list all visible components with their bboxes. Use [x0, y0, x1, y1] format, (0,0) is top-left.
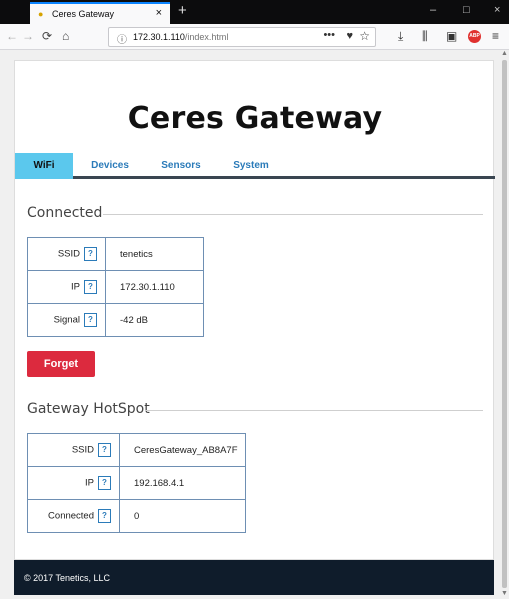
back-icon[interactable]: ← [6, 29, 18, 43]
section-divider [103, 214, 483, 215]
browser-tab-title: Ceres Gateway [52, 9, 115, 19]
tab-devices[interactable]: Devices [83, 153, 137, 179]
adblock-icon[interactable]: ABP [468, 30, 481, 43]
url-text: 172.30.1.110/index.html [133, 32, 228, 42]
key-label: IP [71, 281, 80, 293]
hotspot-table: SSID? CeresGateway_AB8A7F IP? 192.168.4.… [27, 433, 246, 533]
table-row: IP? 172.30.1.110 [27, 270, 204, 304]
table-key: SSID? [27, 433, 120, 467]
minimize-icon[interactable]: – [430, 4, 436, 16]
table-value: 192.168.4.1 [119, 466, 246, 500]
table-value: 0 [119, 499, 246, 533]
browser-tab-bar: ● Ceres Gateway × + – □ × [0, 0, 509, 24]
table-row: IP? 192.168.4.1 [27, 466, 246, 500]
url-host: 172.30.1.110 [133, 32, 185, 42]
reload-icon[interactable]: ⟳ [42, 29, 52, 43]
page-actions-icon[interactable]: ••• [323, 29, 335, 41]
table-key: IP? [27, 466, 120, 500]
table-row: SSID? tenetics [27, 237, 204, 271]
scroll-down-icon[interactable]: ▼ [501, 590, 508, 597]
key-label: Connected [48, 510, 94, 522]
page-viewport: Ceres Gateway WiFi Devices Sensors Syste… [0, 50, 509, 599]
browser-toolbar: ← → ⟳ ⌂ ⓘ 172.30.1.110/index.html ••• ♥ … [0, 24, 509, 50]
key-label: Signal [53, 314, 80, 326]
help-button[interactable]: ? [98, 476, 111, 490]
forget-button[interactable]: Forget [27, 351, 95, 377]
scrollbar-thumb[interactable] [502, 60, 507, 588]
table-value: tenetics [105, 237, 204, 271]
page-title: Ceres Gateway [127, 101, 383, 136]
tab-wifi[interactable]: WiFi [15, 153, 73, 179]
table-row: SSID? CeresGateway_AB8A7F [27, 433, 246, 467]
main-card: Ceres Gateway WiFi Devices Sensors Syste… [14, 60, 495, 560]
new-tab-icon[interactable]: + [178, 2, 187, 19]
tab-sensors[interactable]: Sensors [155, 153, 207, 179]
key-label: SSID [57, 248, 80, 260]
hotspot-heading: Gateway HotSpot [27, 401, 150, 417]
downloads-icon[interactable]: ⤓ [398, 29, 403, 44]
maximize-icon[interactable]: □ [463, 4, 470, 16]
menu-icon[interactable]: ≡ [492, 29, 499, 43]
table-row: Signal? -42 dB [27, 303, 204, 337]
tab-close-icon[interactable]: × [156, 7, 162, 19]
table-value: 172.30.1.110 [105, 270, 204, 304]
table-key: Connected? [27, 499, 120, 533]
table-row: Connected? 0 [27, 499, 246, 533]
nav-tabs: WiFi Devices Sensors System [15, 153, 495, 179]
table-key: Signal? [27, 303, 106, 337]
help-button[interactable]: ? [84, 247, 97, 261]
connected-table: SSID? tenetics IP? 172.30.1.110 Signal? … [27, 237, 204, 337]
connected-heading: Connected [27, 205, 103, 221]
home-icon[interactable]: ⌂ [62, 29, 69, 43]
sidebar-icon[interactable]: ▣ [446, 29, 457, 43]
section-divider [145, 410, 483, 411]
help-button[interactable]: ? [84, 313, 97, 327]
bookmark-star-icon[interactable]: ☆ [359, 29, 370, 43]
help-button[interactable]: ? [98, 509, 111, 523]
table-value: -42 dB [105, 303, 204, 337]
site-info-icon[interactable]: ⓘ [117, 31, 127, 46]
key-label: SSID [71, 444, 94, 456]
key-label: IP [85, 477, 94, 489]
window-close-icon[interactable]: × [494, 4, 500, 16]
favicon-icon: ● [38, 9, 44, 19]
help-button[interactable]: ? [84, 280, 97, 294]
table-key: SSID? [27, 237, 106, 271]
url-path: /index.html [184, 32, 229, 42]
forward-icon[interactable]: → [22, 29, 34, 43]
help-button[interactable]: ? [98, 443, 111, 457]
library-icon[interactable]: ⫼ [422, 29, 428, 44]
table-value: CeresGateway_AB8A7F [119, 433, 246, 467]
tab-system[interactable]: System [227, 153, 275, 179]
scrollbar[interactable]: ▲ ▼ [500, 50, 509, 599]
url-bar[interactable]: ⓘ 172.30.1.110/index.html ••• ♥ ☆ [108, 27, 376, 47]
page-footer: © 2017 Tenetics, LLC [14, 560, 494, 595]
scroll-up-icon[interactable]: ▲ [501, 50, 508, 57]
footer-copyright: © 2017 Tenetics, LLC [24, 573, 111, 583]
pocket-icon[interactable]: ♥ [346, 30, 353, 42]
table-key: IP? [27, 270, 106, 304]
browser-tab[interactable]: ● Ceres Gateway × [30, 2, 170, 24]
